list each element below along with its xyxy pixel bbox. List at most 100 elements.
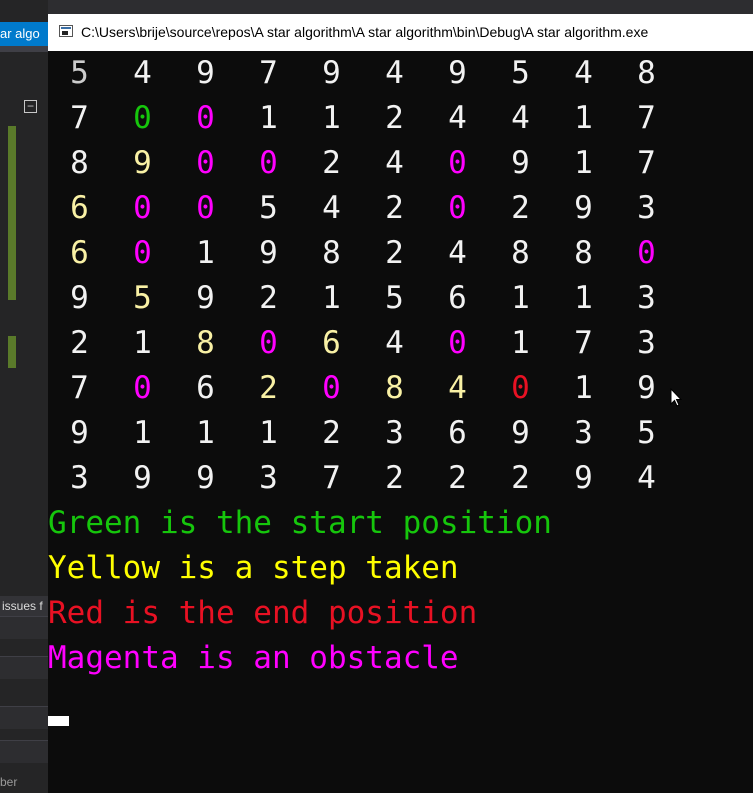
grid-cell: 2 <box>322 415 341 451</box>
title-bar[interactable]: C:\Users\brije\source\repos\A star algor… <box>48 14 753 51</box>
grid-cell: 3 <box>637 280 656 316</box>
ide-issues-label[interactable]: issues f <box>0 596 50 616</box>
grid-row: 6 0 1 9 8 2 4 8 8 0 <box>48 231 753 276</box>
grid-cell: 5 <box>133 280 152 316</box>
grid-cell: 0 <box>133 235 152 271</box>
grid-row: 2 1 8 0 6 4 0 1 7 3 <box>48 321 753 366</box>
grid-cell: 9 <box>133 145 152 181</box>
grid-cell: 7 <box>70 370 89 406</box>
grid-cell: 8 <box>637 55 656 91</box>
grid-cell: 4 <box>574 55 593 91</box>
grid-cell: 1 <box>511 325 530 361</box>
grid-cell: 3 <box>637 325 656 361</box>
grid-cell: 9 <box>259 235 278 271</box>
grid-cell: 5 <box>511 55 530 91</box>
grid-cell: 2 <box>259 280 278 316</box>
grid-cell: 1 <box>511 280 530 316</box>
mouse-pointer-icon <box>670 388 682 407</box>
grid-cell: 1 <box>322 100 341 136</box>
change-marker <box>8 126 16 300</box>
grid-cell: 9 <box>196 55 215 91</box>
grid-cell: 9 <box>511 145 530 181</box>
legend-line: Red is the end position <box>48 595 478 631</box>
ide-status-label: ber <box>0 775 18 789</box>
legend-line: Magenta is an obstacle <box>48 640 459 676</box>
grid-cell: 2 <box>322 145 341 181</box>
grid-cell: 2 <box>259 370 278 406</box>
grid-cell: 3 <box>637 190 656 226</box>
grid-cell: 1 <box>574 145 593 181</box>
grid-row: 9 1 1 1 2 3 6 9 3 5 <box>48 411 753 456</box>
grid-row: 3 9 9 3 7 2 2 2 9 4 <box>48 456 753 501</box>
grid-cell: 6 <box>448 280 467 316</box>
ide-panel-row <box>0 706 48 729</box>
grid-cell: 4 <box>385 325 404 361</box>
grid-cell: 5 <box>70 55 89 91</box>
grid-cell: 2 <box>385 460 404 496</box>
grid-cell: 6 <box>322 325 341 361</box>
grid-cell: 0 <box>448 145 467 181</box>
grid-cell: 0 <box>196 100 215 136</box>
console-output[interactable]: 5 4 9 7 9 4 9 5 4 8 7 0 0 1 1 2 4 4 1 7 8 9 0 0 2 4 0 9 1 7 6 0 0 5 4 2 0 2 9 3… <box>48 51 753 793</box>
grid-cell: 8 <box>322 235 341 271</box>
grid-cell: 0 <box>196 190 215 226</box>
grid-cell: 9 <box>70 280 89 316</box>
grid-cell: 1 <box>322 280 341 316</box>
text-cursor <box>48 716 69 726</box>
grid-cell: 9 <box>574 190 593 226</box>
grid-cell: 0 <box>133 370 152 406</box>
grid-cell: 0 <box>448 190 467 226</box>
grid-cell: 4 <box>448 370 467 406</box>
grid-cell: 1 <box>259 415 278 451</box>
ide-panel-row <box>0 740 48 763</box>
grid-cell: 7 <box>70 100 89 136</box>
grid-cell: 4 <box>637 460 656 496</box>
grid-cell: 7 <box>637 145 656 181</box>
ide-document-tab[interactable]: ar algo <box>0 22 48 46</box>
grid-cell: 1 <box>259 100 278 136</box>
grid-cell: 2 <box>511 460 530 496</box>
grid-cell: 9 <box>133 460 152 496</box>
legend-line: Green is the start position <box>48 505 552 541</box>
grid-cell: 8 <box>511 235 530 271</box>
grid-cell: 5 <box>385 280 404 316</box>
console-window[interactable]: C:\Users\brije\source\repos\A star algor… <box>48 14 753 793</box>
grid-cell: 4 <box>448 100 467 136</box>
grid-cell: 9 <box>511 415 530 451</box>
grid-cell: 0 <box>196 145 215 181</box>
window-title: C:\Users\brije\source\repos\A star algor… <box>81 24 649 40</box>
grid-cell: 2 <box>385 190 404 226</box>
grid-cell: 3 <box>259 460 278 496</box>
grid-cell: 0 <box>637 235 656 271</box>
grid-cell: 4 <box>385 55 404 91</box>
grid-cell: 9 <box>637 370 656 406</box>
grid-cell: 0 <box>448 325 467 361</box>
grid-cell: 4 <box>448 235 467 271</box>
grid-cell: 4 <box>385 145 404 181</box>
grid-cell: 8 <box>196 325 215 361</box>
grid-cell: 1 <box>196 415 215 451</box>
grid-cell: 0 <box>259 325 278 361</box>
grid-cell: 3 <box>70 460 89 496</box>
grid-cell: 1 <box>133 415 152 451</box>
ide-panel-row <box>0 656 48 679</box>
grid-cell: 9 <box>322 55 341 91</box>
grid-cell: 8 <box>385 370 404 406</box>
grid-cell: 4 <box>133 55 152 91</box>
grid-cell: 8 <box>70 145 89 181</box>
grid-cell: 9 <box>448 55 467 91</box>
grid-cell: 4 <box>322 190 341 226</box>
grid-cell: 0 <box>259 145 278 181</box>
grid-cell: 2 <box>385 100 404 136</box>
grid-cell: 9 <box>196 460 215 496</box>
grid-cell: 1 <box>133 325 152 361</box>
change-marker <box>8 336 16 368</box>
grid-cell: 0 <box>322 370 341 406</box>
collapse-icon[interactable]: − <box>24 100 37 113</box>
grid-cell: 2 <box>448 460 467 496</box>
grid-cell: 1 <box>574 370 593 406</box>
grid-cell: 7 <box>574 325 593 361</box>
ide-background: ar algo − issues f ber <box>0 0 50 793</box>
grid-cell: 2 <box>385 235 404 271</box>
ide-toolbar-strip <box>0 46 48 52</box>
